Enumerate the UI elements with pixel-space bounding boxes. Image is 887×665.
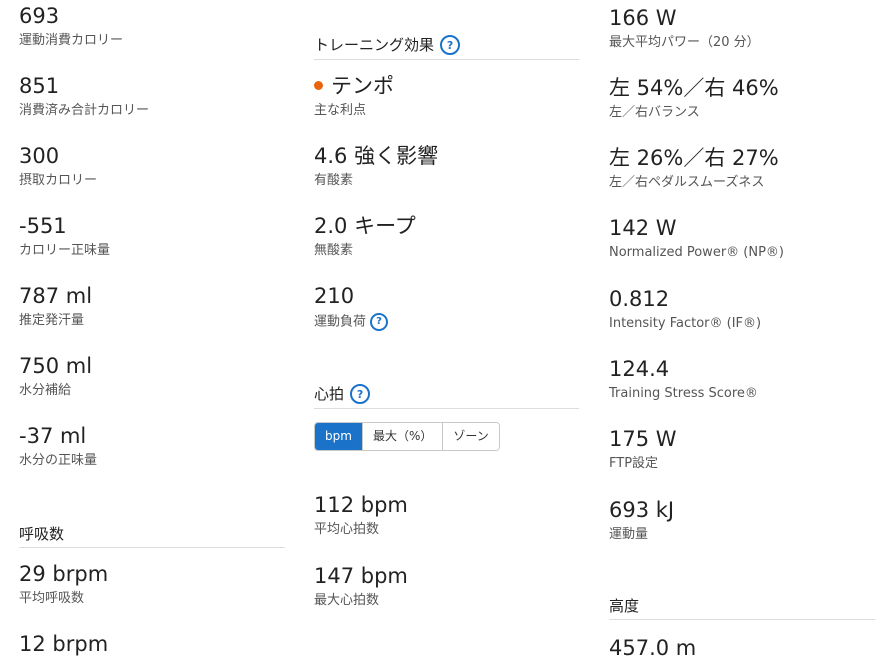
stat-max-heart-rate: 147 bpm 最大心拍数 <box>314 564 579 609</box>
stat-intensity-factor: 0.812 Intensity Factor® (IF®) <box>609 287 875 332</box>
stat-fluid-intake: 750 ml 水分補給 <box>19 354 285 399</box>
section-title-text: 呼吸数 <box>19 525 65 543</box>
stat-value: -551 <box>19 214 67 238</box>
stat-elevation: 457.0 m <box>609 636 875 660</box>
stat-value: 166 W <box>609 6 677 30</box>
stat-label: Training Stress Score® <box>609 386 758 401</box>
stat-pedal-smoothness: 左 26%／右 27% 左／右ペダルスムーズネス <box>609 146 875 191</box>
stat-primary-benefit: テンポ 主な利点 <box>314 74 579 119</box>
heart-rate-unit-toggle: bpm 最大（%） ゾーン <box>314 422 500 451</box>
stat-label: 運動量 <box>609 527 649 542</box>
stat-value: 112 bpm <box>314 493 408 517</box>
stat-value: 29 brpm <box>19 562 109 586</box>
stat-active-calories: 693 運動消費カロリー <box>19 4 285 49</box>
stat-label: 無酸素 <box>314 243 354 258</box>
section-title-text: トレーニング効果 <box>314 36 435 54</box>
stat-value: 12 brpm <box>19 632 109 656</box>
stat-label: 運動負荷 <box>314 314 367 330</box>
stat-anaerobic: 2.0 キープ 無酸素 <box>314 214 579 259</box>
stat-label: Normalized Power® (NP®) <box>609 245 784 260</box>
heart-rate-section-title: 心拍 ? <box>314 384 579 409</box>
stat-value: 2.0 キープ <box>314 214 416 238</box>
stat-value: 693 <box>19 4 60 28</box>
stat-value: 693 kJ <box>609 498 675 522</box>
stat-ftp-setting: 175 W FTP設定 <box>609 427 875 472</box>
stat-value: 4.6 強く影響 <box>314 144 439 168</box>
help-icon[interactable]: ? <box>440 35 461 55</box>
stat-net-fluid: -37 ml 水分の正味量 <box>19 424 285 469</box>
stat-work: 693 kJ 運動量 <box>609 498 875 543</box>
stat-label: 平均呼吸数 <box>19 591 85 606</box>
stat-label: 主な利点 <box>314 103 367 118</box>
stat-value: 左 26%／右 27% <box>609 146 779 170</box>
stat-label: 推定発汗量 <box>19 313 85 328</box>
stat-value: 142 W <box>609 216 677 240</box>
stat-label: FTP設定 <box>609 456 659 471</box>
elevation-section-title: 高度 <box>609 597 875 620</box>
respiration-section-title: 呼吸数 <box>19 525 285 548</box>
stat-value: 147 bpm <box>314 564 408 588</box>
stat-label: 最大心拍数 <box>314 593 380 608</box>
toggle-bpm[interactable]: bpm <box>315 423 362 450</box>
stat-avg-respiration: 29 brpm 平均呼吸数 <box>19 562 285 607</box>
stat-avg-heart-rate: 112 bpm 平均心拍数 <box>314 493 579 538</box>
stat-value: 851 <box>19 74 60 98</box>
stat-sweat-loss: 787 ml 推定発汗量 <box>19 284 285 329</box>
tempo-dot-icon <box>314 80 323 90</box>
stat-value: 左 54%／右 46% <box>609 76 779 100</box>
stat-net-calories: -551 カロリー正味量 <box>19 214 285 259</box>
stat-normalized-power: 142 W Normalized Power® (NP®) <box>609 216 875 261</box>
stat-value: 175 W <box>609 427 677 451</box>
stat-training-stress-score: 124.4 Training Stress Score® <box>609 357 875 402</box>
stat-label: Intensity Factor® (IF®) <box>609 316 762 331</box>
stat-calories-consumed: 300 摂取カロリー <box>19 144 285 189</box>
stat-value: 300 <box>19 144 60 168</box>
stat-value: 0.812 <box>609 287 670 311</box>
stat-value: テンポ <box>331 74 394 98</box>
stat-label: 左／右バランス <box>609 105 700 120</box>
stat-label: 有酸素 <box>314 173 354 188</box>
stat-value: 457.0 m <box>609 636 697 660</box>
stat-label: 最大平均パワー（20 分） <box>609 35 760 50</box>
stat-min-respiration: 12 brpm <box>19 632 285 656</box>
stat-value: 124.4 <box>609 357 670 381</box>
stat-aerobic: 4.6 強く影響 有酸素 <box>314 144 579 189</box>
training-effect-section-title: トレーニング効果 ? <box>314 35 579 60</box>
section-title-text: 心拍 <box>314 385 345 403</box>
stat-value: 750 ml <box>19 354 93 378</box>
stat-label: 水分の正味量 <box>19 453 98 468</box>
toggle-zones[interactable]: ゾーン <box>442 423 499 450</box>
stat-total-calories: 851 消費済み合計カロリー <box>19 74 285 119</box>
toggle-max-percent[interactable]: 最大（%） <box>361 423 443 450</box>
stat-training-load: 210 運動負荷? <box>314 284 579 331</box>
section-title-text: 高度 <box>609 597 640 615</box>
stat-label: 左／右ペダルスムーズネス <box>609 175 765 190</box>
help-icon[interactable]: ? <box>350 384 371 404</box>
stat-lr-balance: 左 54%／右 46% 左／右バランス <box>609 76 875 121</box>
stat-label: 消費済み合計カロリー <box>19 103 150 118</box>
stat-label: 摂取カロリー <box>19 173 98 188</box>
stat-max-avg-power: 166 W 最大平均パワー（20 分） <box>609 6 875 51</box>
stat-label: 運動消費カロリー <box>19 33 124 48</box>
help-icon[interactable]: ? <box>370 313 389 331</box>
stat-label: 水分補給 <box>19 383 72 398</box>
stat-value: -37 ml <box>19 424 87 448</box>
stat-value: 210 <box>314 284 355 308</box>
stat-label: カロリー正味量 <box>19 243 111 258</box>
stat-value: 787 ml <box>19 284 93 308</box>
stat-label: 平均心拍数 <box>314 522 380 537</box>
